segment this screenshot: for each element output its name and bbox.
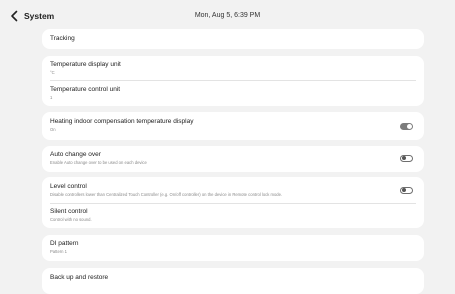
tracking-label: Tracking [50, 35, 75, 42]
toggle-knob [407, 124, 412, 129]
temperature-units-card: Temperature display unit °C Temperature … [42, 56, 424, 106]
silent-control-label: Silent control [50, 208, 88, 215]
auto-change-over-item[interactable]: Auto change over Enable Auto change over… [42, 146, 424, 172]
level-control-toggle[interactable] [400, 187, 413, 194]
di-pattern-item[interactable]: DI pattern Pattern 1 [42, 235, 424, 261]
level-control-label: Level control [50, 183, 87, 190]
toggle-knob [402, 156, 406, 161]
silent-control-item[interactable]: Silent control Control with no sound. [50, 208, 416, 223]
divider [50, 80, 416, 81]
temperature-control-unit-item[interactable]: Temperature control unit 1 [50, 86, 416, 101]
temperature-control-unit-value: 1 [50, 95, 53, 100]
level-control-desc: Disable controllers lower than Centraliz… [50, 192, 283, 197]
level-control-item[interactable]: Level control Disable controllers lower … [50, 183, 416, 198]
toggle-knob [402, 188, 406, 193]
temperature-control-unit-label: Temperature control unit [50, 86, 121, 93]
temperature-display-unit-item[interactable]: Temperature display unit °C [50, 61, 416, 76]
di-pattern-value: Pattern 1 [50, 249, 67, 254]
heating-compensation-value: On [50, 127, 56, 132]
top-bar: System Mon, Aug 5, 6:39 PM [0, 0, 455, 28]
date-time: Mon, Aug 5, 6:39 PM [194, 12, 261, 19]
auto-change-over-label: Auto change over [50, 151, 101, 158]
tracking-item[interactable]: Tracking [42, 29, 424, 49]
heating-compensation-item[interactable]: Heating indoor compensation temperature … [42, 112, 424, 140]
control-options-card: Level control Disable controllers lower … [42, 177, 424, 228]
backup-restore-item[interactable]: Back up and restore [42, 268, 424, 294]
di-pattern-label: DI pattern [50, 240, 79, 247]
backup-restore-label: Back up and restore [50, 274, 109, 281]
heating-compensation-toggle[interactable] [400, 123, 413, 130]
divider [50, 203, 416, 204]
temperature-display-unit-label: Temperature display unit [50, 61, 121, 68]
heating-compensation-label: Heating indoor compensation temperature … [50, 118, 194, 125]
silent-control-desc: Control with no sound. [50, 217, 92, 222]
auto-change-over-toggle[interactable] [400, 155, 413, 162]
temperature-display-unit-value: °C [50, 70, 55, 75]
auto-change-over-desc: Enable Auto change over to be used on ea… [50, 160, 147, 165]
